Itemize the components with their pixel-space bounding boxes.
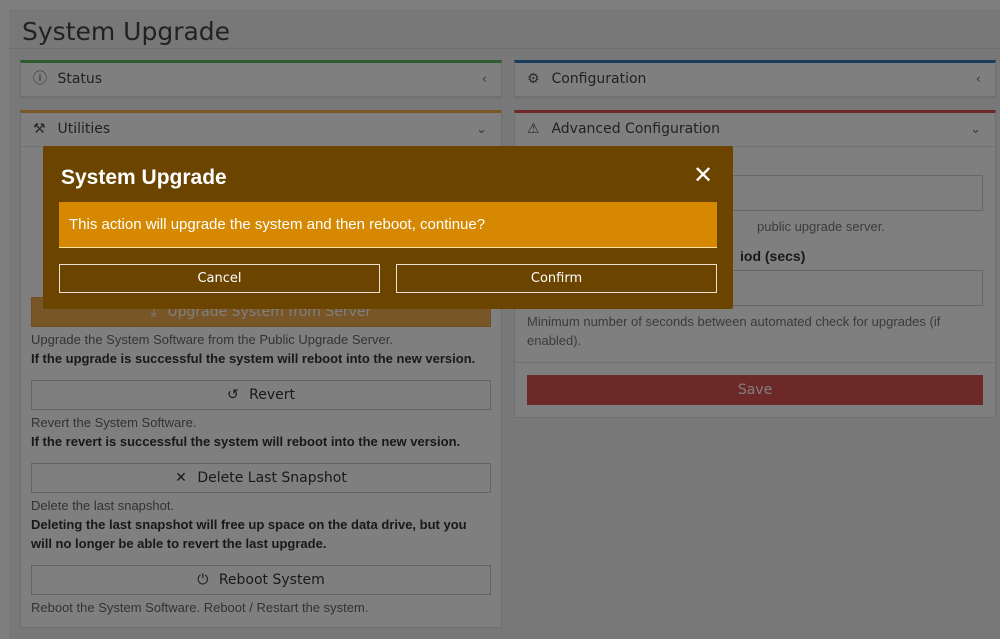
modal-backdrop[interactable] bbox=[0, 0, 1000, 639]
confirm-button[interactable]: Confirm bbox=[396, 264, 717, 293]
dialog-message: This action will upgrade the system and … bbox=[59, 202, 717, 248]
dialog-title: System Upgrade bbox=[61, 166, 227, 189]
upgrade-confirm-dialog: System Upgrade ✕ This action will upgrad… bbox=[43, 146, 733, 309]
cancel-button[interactable]: Cancel bbox=[59, 264, 380, 293]
close-icon[interactable]: ✕ bbox=[691, 163, 715, 188]
